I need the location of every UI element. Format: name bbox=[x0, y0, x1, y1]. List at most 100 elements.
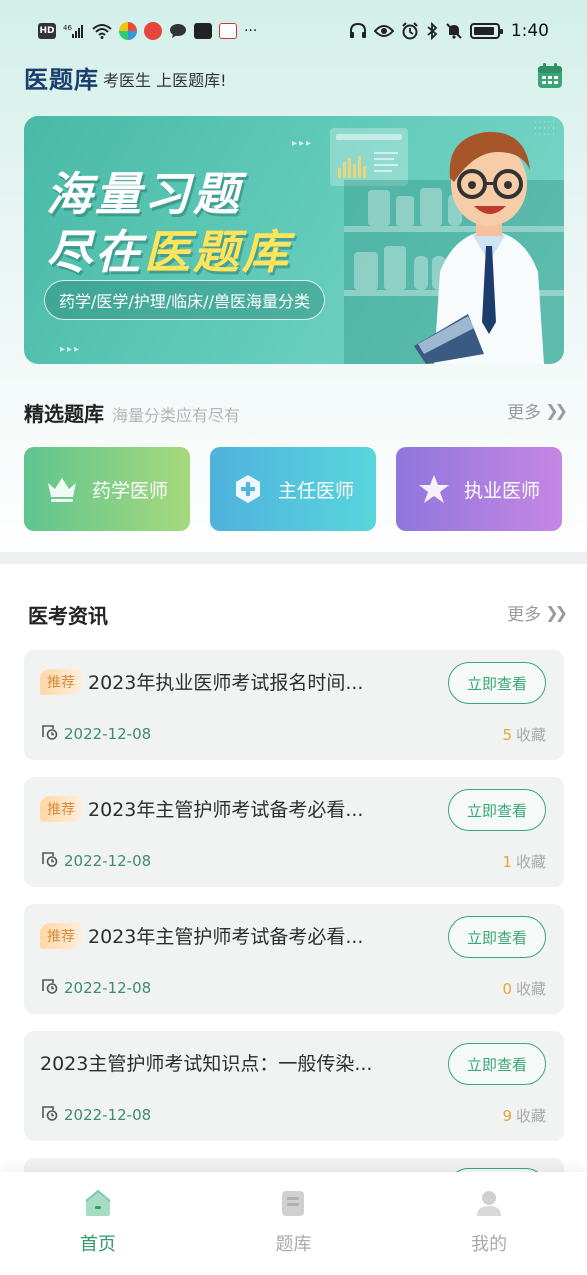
category-pharmacist[interactable]: 药学医师 bbox=[24, 447, 190, 531]
category-label: 药学医师 bbox=[91, 479, 168, 502]
app-icon bbox=[219, 23, 237, 39]
featured-title: 精选题库 bbox=[24, 402, 104, 426]
view-now-button[interactable]: 立即查看 bbox=[448, 662, 546, 704]
news-item[interactable]: 2023主管护师考试知识点：一般传染... 立即查看 2022-12-08 9收… bbox=[24, 1031, 564, 1141]
more-status-icon: ··· bbox=[244, 23, 258, 39]
clock-calendar-icon bbox=[40, 978, 58, 998]
signal-4g-icon: 46 bbox=[63, 23, 85, 39]
decor-dots: ▸▸▸ bbox=[292, 138, 314, 149]
news-date: 2022-12-08 bbox=[40, 851, 151, 871]
news-item[interactable]: 推荐 2023年主管护师考试备考必看... 立即查看 2022-12-08 0收… bbox=[24, 904, 564, 1014]
favorite-count: 1 收藏 bbox=[502, 851, 546, 872]
wifi-icon bbox=[92, 23, 112, 39]
alarm-icon bbox=[401, 22, 419, 40]
app-icon bbox=[194, 23, 212, 39]
favorite-number: 9 bbox=[502, 1107, 512, 1125]
banner-chart-graphic bbox=[330, 128, 408, 186]
section-divider bbox=[0, 552, 587, 564]
status-time: 1:40 bbox=[510, 21, 549, 41]
nav-tab-question-bank[interactable]: 题库 bbox=[233, 1188, 353, 1275]
news-title-row: 推荐 2023年主管护师考试备考必看... bbox=[40, 795, 363, 822]
news-item[interactable]: 推荐 2023年主管护师考试备考必看... 立即查看 2022-12-08 1收… bbox=[24, 777, 564, 887]
clock-calendar-icon bbox=[40, 724, 58, 744]
news-more-label: 更多 bbox=[507, 605, 542, 625]
bluetooth-icon bbox=[426, 22, 438, 40]
featured-more-link[interactable]: 更多 ❯❯ bbox=[507, 398, 568, 423]
status-bar: HD 46 ··· 1:40 bbox=[0, 0, 587, 62]
clock-calendar-icon bbox=[40, 851, 58, 871]
news-date-text: 2022-12-08 bbox=[64, 725, 152, 743]
recommend-tag: 推荐 bbox=[40, 922, 82, 949]
plus-icon bbox=[232, 473, 264, 505]
favorite-number: 0 bbox=[502, 980, 512, 998]
category-chief-physician[interactable]: 主任医师 bbox=[210, 447, 376, 531]
favorite-label: 收藏 bbox=[515, 1107, 546, 1125]
svg-text:46: 46 bbox=[63, 24, 72, 32]
view-now-button[interactable]: 立即查看 bbox=[448, 916, 546, 958]
news-date: 2022-12-08 bbox=[40, 978, 151, 998]
favorite-count: 9 收藏 bbox=[502, 1105, 546, 1126]
nav-tab-profile[interactable]: 我的 bbox=[429, 1188, 549, 1275]
question-bank-icon bbox=[278, 1188, 308, 1222]
double-chevron-right-icon: ❯❯ bbox=[545, 603, 568, 622]
star-icon bbox=[418, 473, 450, 505]
nav-label: 题库 bbox=[275, 1234, 312, 1255]
nav-label: 首页 bbox=[79, 1234, 116, 1255]
category-label: 执业医师 bbox=[463, 479, 540, 502]
view-now-button[interactable]: 立即查看 bbox=[448, 789, 546, 831]
banner-subheadline: 尽在医题库 bbox=[46, 216, 291, 282]
news-date-text: 2022-12-08 bbox=[64, 1106, 152, 1124]
headphones-icon bbox=[349, 23, 367, 39]
news-date: 2022-12-08 bbox=[40, 1105, 151, 1125]
profile-icon bbox=[474, 1188, 504, 1222]
clock-calendar-icon bbox=[40, 1105, 58, 1125]
app-logo: 医题库 bbox=[24, 65, 99, 94]
news-date-text: 2022-12-08 bbox=[64, 852, 152, 870]
favorite-count: 0 收藏 bbox=[502, 978, 546, 999]
favorite-number: 1 bbox=[502, 853, 512, 871]
news-headline: 2023主管护师考试知识点：一般传染... bbox=[40, 1053, 373, 1075]
app-slogan: 考医生 上医题库! bbox=[103, 71, 227, 90]
chat-icon bbox=[169, 23, 187, 39]
favorite-label: 收藏 bbox=[515, 853, 546, 871]
featured-section-header: 精选题库 海量分类应有尽有 更多 ❯❯ bbox=[24, 398, 568, 428]
news-item[interactable]: 推荐 2023年执业医师考试报名时间... 立即查看 2022-12-08 5收… bbox=[24, 650, 564, 760]
favorite-count: 5 收藏 bbox=[502, 724, 546, 745]
nav-label: 我的 bbox=[471, 1234, 508, 1255]
mute-bell-icon bbox=[445, 22, 463, 40]
view-now-button[interactable]: 立即查看 bbox=[448, 1043, 546, 1085]
banner-headline-prefix: 尽在 bbox=[46, 225, 144, 279]
news-section-header: 医考资讯 更多 ❯❯ bbox=[28, 600, 568, 630]
status-left-icons: HD 46 ··· bbox=[38, 22, 257, 40]
news-headline: 2023年主管护师考试备考必看... bbox=[88, 926, 364, 948]
news-date-text: 2022-12-08 bbox=[64, 979, 152, 997]
banner-category-pill: 药学/医学/护理/临床//兽医海量分类 bbox=[44, 280, 325, 320]
calendar-icon[interactable] bbox=[536, 62, 564, 90]
news-more-link[interactable]: 更多 ❯❯ bbox=[507, 600, 568, 625]
news-date: 2022-12-08 bbox=[40, 724, 151, 744]
crown-icon bbox=[46, 473, 78, 505]
category-licensed-physician[interactable]: 执业医师 bbox=[396, 447, 562, 531]
favorite-label: 收藏 bbox=[515, 980, 546, 998]
battery-icon bbox=[469, 23, 503, 39]
doctor-illustration bbox=[414, 122, 564, 364]
nav-tab-home[interactable]: 首页 bbox=[38, 1188, 158, 1275]
double-chevron-right-icon: ❯❯ bbox=[545, 401, 568, 420]
promo-banner[interactable]: ▸▸▸ ▸▸▸ ····· ····· ····· 海量习题 尽在医题库 药学/… bbox=[24, 116, 564, 364]
recommend-tag: 推荐 bbox=[40, 668, 82, 695]
favorite-number: 5 bbox=[502, 726, 512, 744]
banner-headline-highlight: 医题库 bbox=[144, 225, 291, 279]
decor-dots: ▸▸▸ bbox=[60, 344, 82, 355]
app-icon bbox=[119, 22, 137, 40]
category-label: 主任医师 bbox=[277, 479, 354, 502]
hd-icon: HD bbox=[38, 23, 56, 39]
news-headline: 2023年执业医师考试报名时间... bbox=[88, 672, 364, 694]
app-header: 医题库 考医生 上医题库! bbox=[24, 60, 564, 94]
news-title-row: 推荐 2023年主管护师考试备考必看... bbox=[40, 922, 363, 949]
recommend-tag: 推荐 bbox=[40, 795, 82, 822]
featured-category-row: 药学医师 主任医师 执业医师 bbox=[24, 447, 564, 531]
home-icon bbox=[83, 1188, 113, 1222]
news-title-row: 推荐 2023年执业医师考试报名时间... bbox=[40, 668, 363, 695]
featured-subtitle: 海量分类应有尽有 bbox=[112, 406, 241, 425]
banner-headline: 海量习题 bbox=[46, 167, 242, 221]
